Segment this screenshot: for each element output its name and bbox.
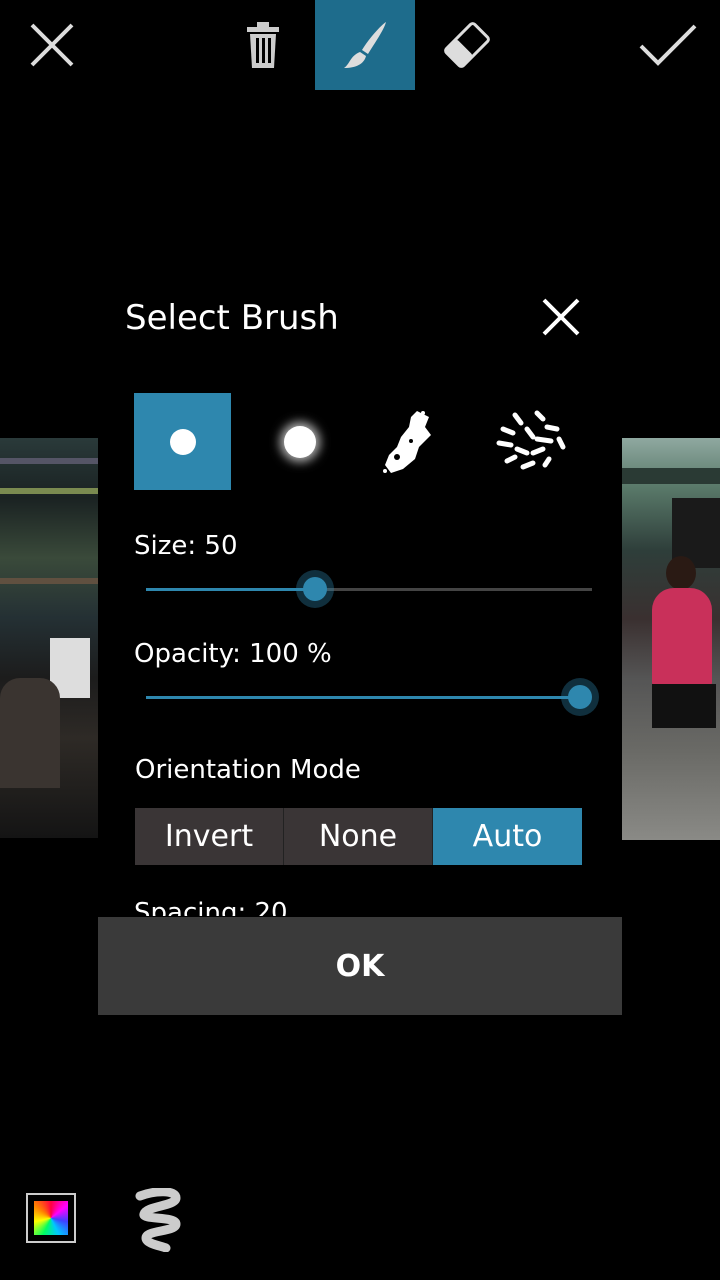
opacity-slider-thumb[interactable] (561, 678, 599, 716)
checkmark-icon (639, 24, 697, 66)
brush-select-button[interactable] (132, 1187, 184, 1253)
color-picker-button[interactable] (26, 1193, 76, 1243)
textured-brush-icon (382, 410, 431, 473)
size-slider[interactable] (146, 570, 592, 608)
color-picker-icon (34, 1201, 68, 1235)
brush-icon (344, 22, 386, 68)
dialog-title: Select Brush (125, 298, 339, 338)
brush-option-soft-round[interactable] (251, 393, 348, 490)
orientation-mode-label: Orientation Mode (135, 755, 361, 785)
brush-option-hard-round[interactable] (134, 393, 231, 490)
orientation-invert-button[interactable]: Invert (135, 808, 284, 865)
photo-detail (0, 578, 98, 584)
orientation-none-button[interactable]: None (284, 808, 433, 865)
brush-tool-button[interactable] (315, 0, 415, 90)
brush-option-textured[interactable] (358, 393, 455, 490)
trash-icon (247, 22, 279, 68)
close-icon (30, 23, 74, 67)
photo-preview-left[interactable] (0, 438, 98, 838)
eraser-tool-button[interactable] (417, 0, 517, 90)
size-slider-fill (146, 588, 315, 591)
photo-detail (0, 678, 60, 788)
orientation-mode-selector: Invert None Auto (135, 808, 582, 865)
eraser-icon (444, 22, 490, 68)
opacity-label: Opacity: 100 % (134, 639, 332, 669)
confirm-button[interactable] (618, 0, 718, 90)
photo-detail (0, 458, 98, 464)
hard-round-brush-icon (169, 428, 196, 455)
photo-detail (652, 588, 712, 688)
ok-button[interactable]: OK (98, 917, 622, 1015)
close-button[interactable] (2, 0, 102, 90)
close-icon (542, 298, 580, 336)
opacity-slider-fill (146, 696, 580, 699)
size-slider-thumb[interactable] (296, 570, 334, 608)
spacing-row: Spacing: 20 (134, 896, 288, 916)
orientation-auto-button[interactable]: Auto (433, 808, 582, 865)
delete-button[interactable] (213, 0, 313, 90)
photo-detail (0, 488, 98, 494)
photo-detail (666, 556, 696, 590)
brush-option-scatter[interactable] (481, 393, 578, 490)
top-toolbar (0, 0, 720, 90)
photo-detail (622, 468, 720, 484)
spacing-label: Spacing: 20 (134, 898, 288, 916)
scatter-brush-icon (496, 410, 565, 469)
photo-detail (652, 684, 716, 728)
opacity-slider[interactable] (146, 678, 599, 716)
size-label: Size: 50 (134, 531, 238, 561)
brush-stroke-icon (135, 1187, 181, 1253)
dialog-close-button[interactable] (538, 294, 584, 340)
soft-round-brush-icon (283, 425, 316, 458)
photo-preview-right[interactable] (622, 438, 720, 840)
